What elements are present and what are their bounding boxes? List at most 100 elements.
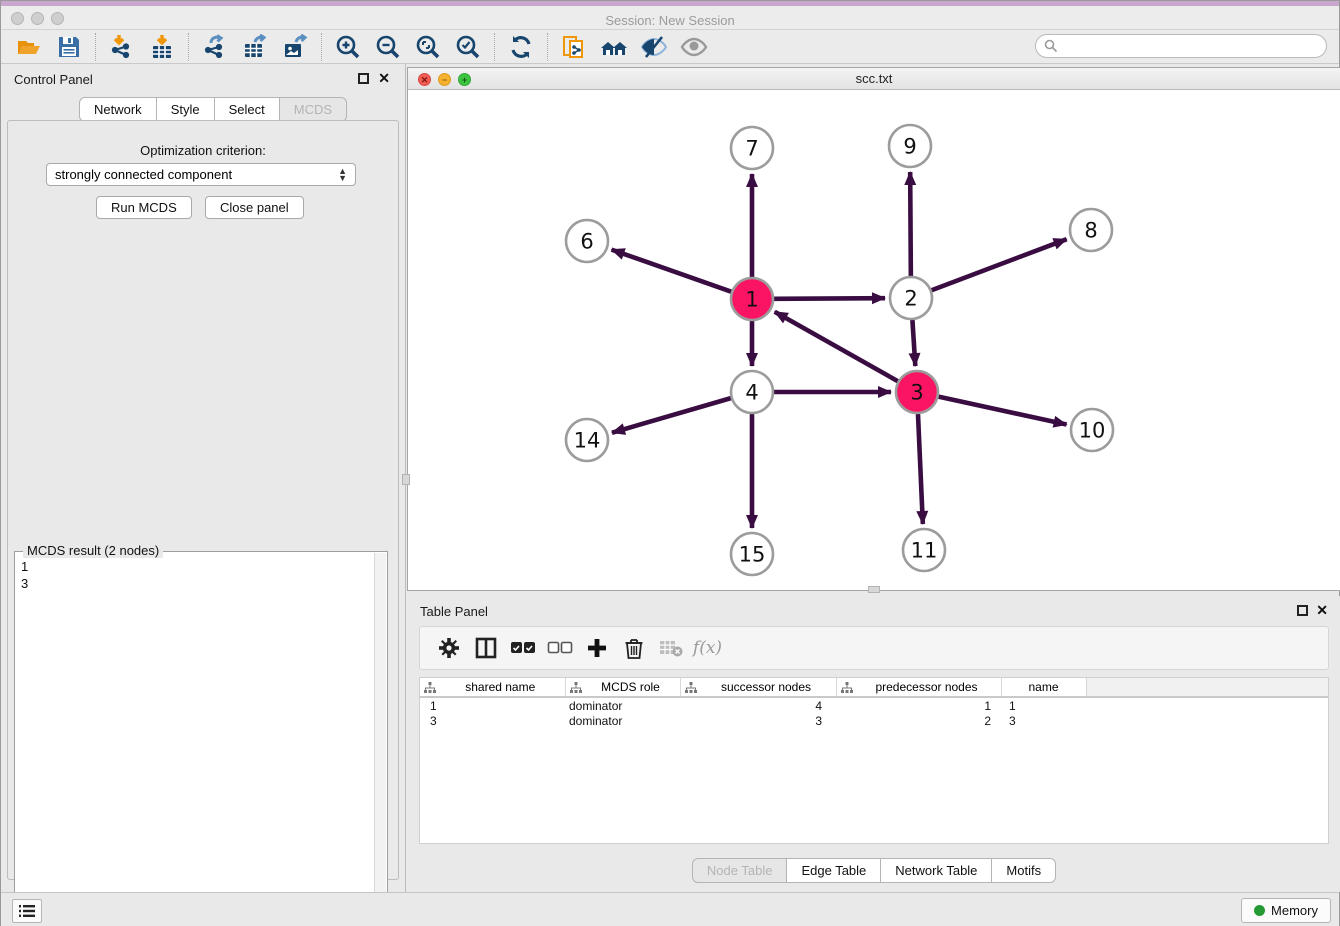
tab-network-table[interactable]: Network Table <box>881 858 992 883</box>
graph-edge[interactable] <box>932 239 1067 290</box>
graph-node-label: 14 <box>574 429 601 453</box>
close-panel-icon[interactable]: ✕ <box>378 71 390 85</box>
memory-label: Memory <box>1271 903 1318 918</box>
zoom-selected-icon <box>455 34 481 60</box>
mcds-panel: Optimization criterion: strongly connect… <box>7 120 399 880</box>
export-network-button[interactable] <box>195 32 235 62</box>
graph-edge[interactable] <box>774 298 885 299</box>
import-network-button[interactable] <box>102 32 142 62</box>
table-row[interactable]: 3dominator323 <box>420 713 1328 729</box>
toolbar-separator <box>547 33 548 61</box>
first-neighbors-icon <box>599 34 629 60</box>
apply-function-button[interactable]: f(x) <box>689 631 726 665</box>
criterion-select[interactable]: strongly connected component ▲▼ <box>46 163 356 186</box>
table-cell[interactable]: dominator <box>565 713 680 729</box>
tab-motifs[interactable]: Motifs <box>992 858 1056 883</box>
table-row[interactable]: 1dominator411 <box>420 697 1328 713</box>
column-header-predecessor-nodes[interactable]: predecessor nodes <box>836 678 1001 697</box>
open-folder-icon <box>16 34 42 60</box>
export-image-icon <box>282 34 308 60</box>
graph-edge[interactable] <box>612 250 732 292</box>
export-table-button[interactable] <box>235 32 275 62</box>
table-cell[interactable]: 3 <box>680 713 836 729</box>
graph-node-label: 9 <box>903 135 916 159</box>
tab-select[interactable]: Select <box>215 97 280 122</box>
table-settings-button[interactable] <box>430 631 467 665</box>
tab-edge-table[interactable]: Edge Table <box>787 858 881 883</box>
table-cell[interactable]: 3 <box>1001 713 1086 729</box>
network-canvas[interactable]: 7968124314101511 <box>408 90 1340 590</box>
column-header-successor-nodes[interactable]: successor nodes <box>680 678 836 697</box>
criterion-value: strongly connected component <box>55 167 232 182</box>
deselect-all-checks-button[interactable] <box>541 631 578 665</box>
table-cell[interactable]: 1 <box>836 697 1001 713</box>
graph-edge[interactable] <box>938 397 1066 425</box>
graph-edge[interactable] <box>775 312 898 381</box>
hierarchy-icon <box>570 682 582 693</box>
task-history-button[interactable] <box>12 899 42 923</box>
zoom-fit-content-button[interactable] <box>408 32 448 62</box>
save-session-button[interactable] <box>49 32 89 62</box>
graph-edge[interactable] <box>910 172 911 276</box>
tab-node-table[interactable]: Node Table <box>692 858 788 883</box>
open-session-button[interactable] <box>9 32 49 62</box>
add-row-button[interactable] <box>578 631 615 665</box>
delete-table-icon <box>659 639 683 657</box>
zoom-fit-content-icon <box>415 34 441 60</box>
zoom-in-button[interactable] <box>328 32 368 62</box>
graph-edge[interactable] <box>612 398 731 433</box>
network-window-titlebar[interactable]: ✕ − + scc.txt <box>408 68 1340 90</box>
node-table[interactable]: shared nameMCDS rolesuccessor nodesprede… <box>420 678 1328 729</box>
table-cell[interactable]: 4 <box>680 697 836 713</box>
zoom-selected-button[interactable] <box>448 32 488 62</box>
refresh-view-button[interactable] <box>501 32 541 62</box>
panel-split-grip[interactable] <box>402 474 410 485</box>
float-panel-icon[interactable] <box>358 73 369 84</box>
graph-edge[interactable] <box>918 414 923 524</box>
column-header-name[interactable]: name <box>1001 678 1086 697</box>
close-table-panel-icon[interactable]: ✕ <box>1316 603 1328 617</box>
birds-eye-view-button[interactable] <box>674 32 714 62</box>
table-cell[interactable]: 3 <box>420 713 565 729</box>
delete-table-button[interactable] <box>652 631 689 665</box>
float-table-panel-icon[interactable] <box>1297 605 1308 616</box>
network-graph[interactable]: 7968124314101511 <box>408 90 1340 590</box>
table-cell[interactable]: 2 <box>836 713 1001 729</box>
column-header-shared-name[interactable]: shared name <box>420 678 565 697</box>
mcds-result-box: MCDS result (2 nodes) 1 3 <box>14 551 388 926</box>
list-icon <box>19 904 35 918</box>
table-cell[interactable]: 1 <box>1001 697 1086 713</box>
graph-edge[interactable] <box>912 320 915 366</box>
column-header-MCDS-role[interactable]: MCDS role <box>565 678 680 697</box>
plus-icon <box>586 637 608 659</box>
graph-node-label: 3 <box>910 381 923 405</box>
clone-network-button[interactable] <box>554 32 594 62</box>
show-columns-button[interactable] <box>467 631 504 665</box>
import-network-icon <box>109 34 135 60</box>
result-scrollbar[interactable] <box>374 553 386 926</box>
table-toolbar: f(x) <box>419 626 1329 670</box>
close-panel-button[interactable]: Close panel <box>205 196 304 219</box>
table-cell[interactable]: 1 <box>420 697 565 713</box>
graph-node-label: 4 <box>745 381 758 405</box>
import-table-button[interactable] <box>142 32 182 62</box>
table-cell[interactable]: dominator <box>565 697 680 713</box>
tab-style[interactable]: Style <box>157 97 215 122</box>
delete-rows-button[interactable] <box>615 631 652 665</box>
search-box[interactable] <box>1035 34 1327 58</box>
memory-button[interactable]: Memory <box>1241 898 1331 923</box>
network-resize-grip[interactable] <box>868 586 880 593</box>
mcds-result-title: MCDS result (2 nodes) <box>23 543 163 558</box>
window-titlebar[interactable]: Session: New Session <box>1 6 1339 30</box>
export-image-button[interactable] <box>275 32 315 62</box>
toggle-graphics-details-button[interactable] <box>634 32 674 62</box>
main-toolbar <box>1 30 1339 64</box>
tab-network[interactable]: Network <box>79 97 157 122</box>
zoom-out-button[interactable] <box>368 32 408 62</box>
run-mcds-button[interactable]: Run MCDS <box>96 196 192 219</box>
search-input[interactable] <box>1058 36 1326 56</box>
first-neighbors-button[interactable] <box>594 32 634 62</box>
tab-mcds[interactable]: MCDS <box>280 97 347 122</box>
select-all-checks-button[interactable] <box>504 631 541 665</box>
graph-node-label: 7 <box>745 137 758 161</box>
